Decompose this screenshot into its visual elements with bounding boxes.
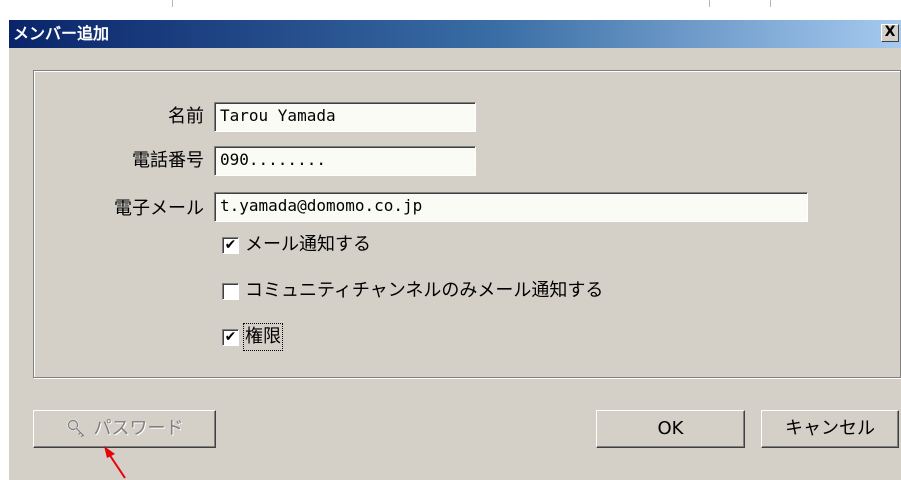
phone-input[interactable]: 090........	[214, 146, 476, 176]
permission-label[interactable]: 権限	[243, 323, 283, 351]
member-add-dialog: メンバー追加 X 名前 Tarou Yamada 電話番号 090.......…	[9, 20, 901, 480]
close-icon: X	[884, 24, 896, 40]
password-button[interactable]: パスワード	[33, 410, 216, 448]
background-tick	[770, 0, 771, 7]
cancel-button[interactable]: キャンセル	[761, 410, 899, 448]
community-notify-label[interactable]: コミュニティチャンネルのみメール通知する	[245, 279, 603, 303]
password-button-label: パスワード	[93, 418, 184, 439]
close-button[interactable]: X	[881, 24, 899, 42]
email-input[interactable]: t.yamada@domomo.co.jp	[214, 192, 808, 222]
background-tick	[172, 0, 173, 7]
dialog-title: メンバー追加	[13, 24, 110, 43]
community-notify-checkbox[interactable]	[222, 283, 239, 300]
cancel-button-label: キャンセル	[785, 418, 875, 439]
permission-checkbox[interactable]: ✔	[222, 329, 239, 346]
title-bar[interactable]: メンバー追加 X	[9, 20, 901, 48]
phone-label: 電話番号	[132, 150, 204, 171]
mail-notify-label[interactable]: メール通知する	[245, 233, 371, 257]
name-label: 名前	[168, 106, 204, 127]
mail-notify-checkbox[interactable]: ✔	[222, 237, 239, 254]
ok-button[interactable]: OK	[596, 410, 745, 448]
background-strip	[0, 0, 901, 10]
background-tick	[709, 0, 710, 7]
email-label: 電子メール	[114, 198, 204, 219]
name-input[interactable]: Tarou Yamada	[214, 102, 476, 132]
key-icon	[66, 419, 85, 438]
ok-button-label: OK	[657, 418, 684, 439]
